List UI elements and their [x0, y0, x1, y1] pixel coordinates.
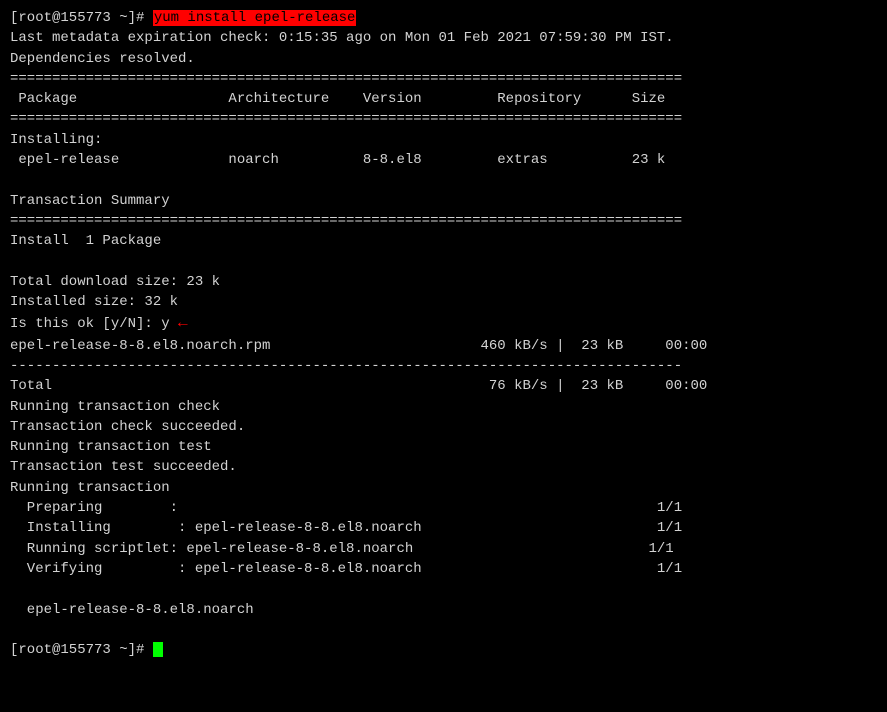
- install-count: Install 1 Package: [10, 231, 877, 251]
- terminal-cursor[interactable]: [153, 642, 163, 657]
- end-prompt-line: [root@155773 ~]#: [10, 640, 877, 660]
- terminal-window: [root@155773 ~]# yum install epel-releas…: [0, 0, 887, 712]
- preparing-line: Installing : epel-release-8-8.el8.noarch…: [10, 518, 877, 538]
- run-check: Transaction check succeeded.: [10, 417, 877, 437]
- separator-3: ========================================…: [10, 211, 877, 231]
- command-line: [root@155773 ~]# yum install epel-releas…: [10, 8, 877, 28]
- scriptlet-line: Verifying : epel-release-8-8.el8.noarch …: [10, 559, 877, 579]
- run-test: Transaction test succeeded.: [10, 457, 877, 477]
- dashed-sep: Total 76 kB/s | 23 kB 00:00: [10, 376, 877, 396]
- run-transaction: Preparing : 1/1: [10, 498, 877, 518]
- red-arrow-icon: ←: [178, 314, 188, 332]
- meta-line: Last metadata expiration check: 0:15:35 …: [10, 28, 877, 48]
- total-line: Running transaction check: [10, 397, 877, 417]
- check-succeeded: Running transaction test: [10, 437, 877, 457]
- end-prompt: [root@155773 ~]#: [10, 642, 153, 658]
- blank-4: [10, 620, 877, 640]
- separator-2: ========================================…: [10, 109, 877, 129]
- test-succeeded: Running transaction: [10, 478, 877, 498]
- deps-line: Dependencies resolved.: [10, 49, 877, 69]
- installed-label-2: epel-release-8-8.el8.noarch: [10, 600, 877, 620]
- blank-3: [10, 579, 877, 599]
- installing-label: Installing:: [10, 130, 877, 150]
- blank-1: [10, 170, 877, 190]
- blank-2: [10, 252, 877, 272]
- installed-size: Installed size: 32 k: [10, 292, 877, 312]
- table-header: Package Architecture Version Repository …: [10, 89, 877, 109]
- prompt-user: [root@155773 ~]#: [10, 10, 153, 26]
- is-ok-text: Is this ok [y/N]: y: [10, 316, 170, 332]
- epel-rpm-line: ----------------------------------------…: [10, 356, 877, 376]
- installing-line: Running scriptlet: epel-release-8-8.el8.…: [10, 539, 877, 559]
- transaction-summary: Transaction Summary: [10, 191, 877, 211]
- epel-row: epel-release noarch 8-8.el8 extras 23 k: [10, 150, 877, 170]
- separator-1: ========================================…: [10, 69, 877, 89]
- is-ok-line: Is this ok [y/N]: y ←: [10, 312, 877, 335]
- downloading-label: epel-release-8-8.el8.noarch.rpm 460 kB/s…: [10, 336, 877, 356]
- total-download: Total download size: 23 k: [10, 272, 877, 292]
- command-text: yum install epel-release: [153, 10, 357, 26]
